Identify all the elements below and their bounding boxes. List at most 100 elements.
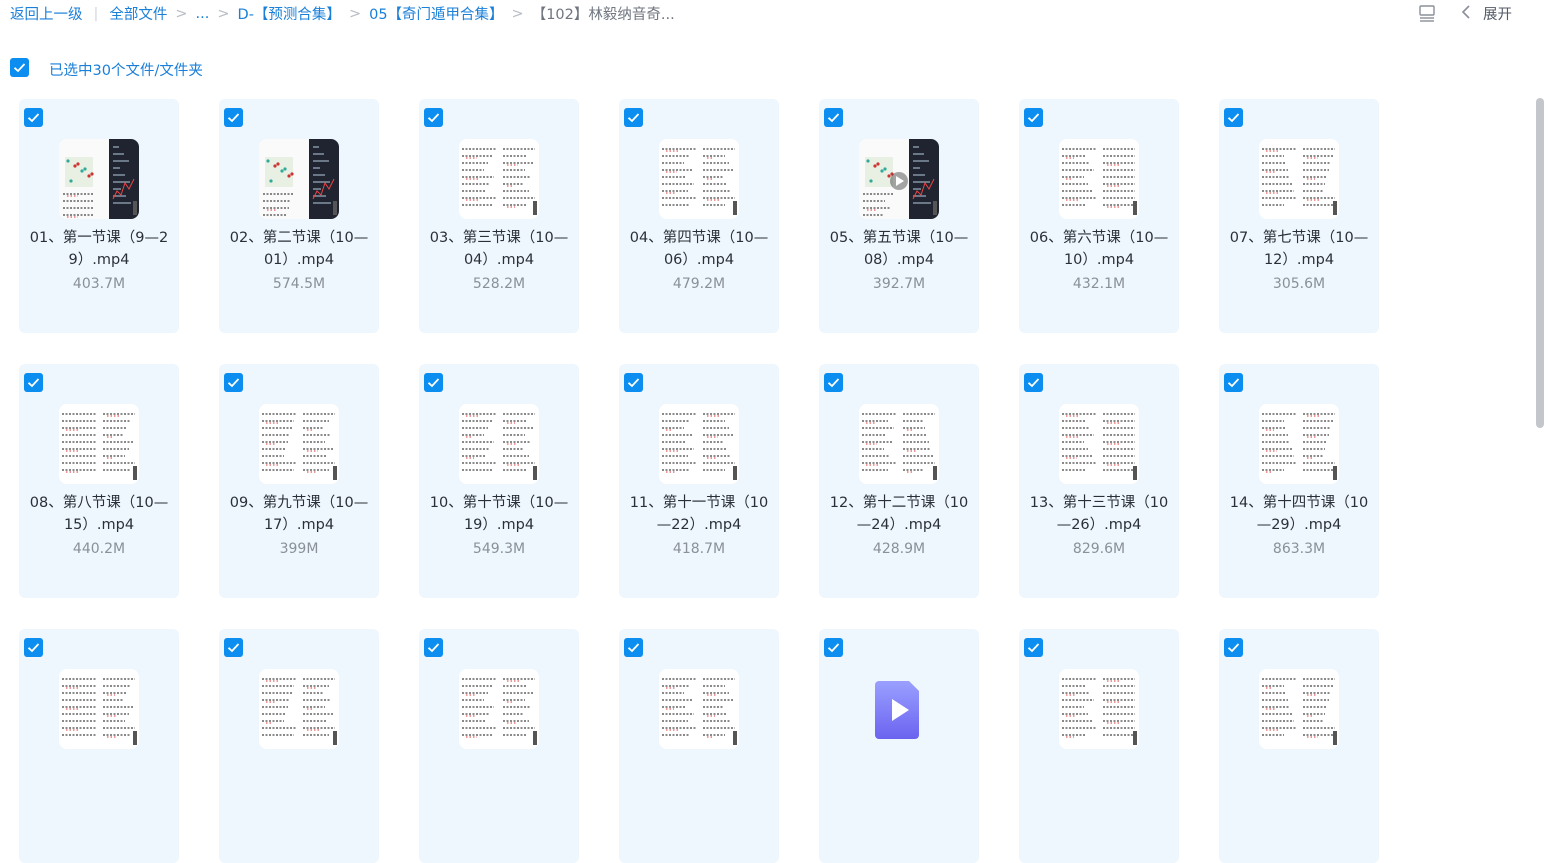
file-card[interactable]: 04、第四节课（10—06）.mp4 479.2M: [619, 99, 779, 333]
file-name: 08、第八节课（10—15）.mp4: [29, 495, 169, 533]
file-checkbox[interactable]: [424, 638, 443, 657]
file-checkbox[interactable]: [624, 108, 643, 127]
checkmark-icon: [627, 113, 640, 123]
checkmark-icon: [1227, 378, 1240, 388]
file-thumbnail: [1059, 139, 1139, 219]
file-checkbox[interactable]: [424, 373, 443, 392]
checkmark-icon: [1027, 113, 1040, 123]
file-checkbox[interactable]: [824, 638, 843, 657]
file-card[interactable]: 06、第六节课（10—10）.mp4 432.1M: [1019, 99, 1179, 333]
video-thumbnail: [859, 139, 939, 219]
video-thumbnail: [1059, 404, 1139, 484]
video-thumbnail: [1059, 139, 1139, 219]
file-card[interactable]: 07、第七节课（10—12）.mp4 305.6M: [1219, 99, 1379, 333]
checkmark-icon: [427, 643, 440, 653]
file-card[interactable]: 14、第十四节课（10—29）.mp4 863.3M: [1219, 364, 1379, 598]
file-name: 02、第二节课（10—01）.mp4: [229, 230, 369, 268]
file-card[interactable]: [619, 629, 779, 863]
file-card[interactable]: 08、第八节课（10—15）.mp4 440.2M: [19, 364, 179, 598]
file-name: 11、第十一节课（10—22）.mp4: [629, 495, 769, 533]
file-card[interactable]: 11、第十一节课（10—22）.mp4 418.7M: [619, 364, 779, 598]
file-checkbox[interactable]: [1024, 373, 1043, 392]
file-size: 392.7M: [872, 276, 926, 292]
file-name: 05、第五节课（10—08）.mp4: [829, 230, 969, 268]
file-card[interactable]: 13、第十三节课（10—26）.mp4 829.6M: [1019, 364, 1179, 598]
file-thumbnail: [459, 404, 539, 484]
video-thumbnail: [459, 404, 539, 484]
file-thumbnail: [1259, 404, 1339, 484]
file-card[interactable]: [419, 629, 579, 863]
file-card[interactable]: 03、第三节课（10—04）.mp4 528.2M: [419, 99, 579, 333]
file-thumbnail: [659, 139, 739, 219]
file-card[interactable]: 12、第十二节课（10—24）.mp4 428.9M: [819, 364, 979, 598]
file-card[interactable]: 09、第九节课（10—17）.mp4 399M: [219, 364, 379, 598]
file-thumbnail: [1259, 139, 1339, 219]
checkmark-icon: [627, 378, 640, 388]
top-bar: 返回上一级 | 全部文件 >... > D-【预测合集】 >05【奇门遁甲合集】 > 【102】…: [0, 0, 1549, 28]
breadcrumb-divider: |: [93, 5, 99, 22]
file-checkbox[interactable]: [1224, 108, 1243, 127]
breadcrumb-item-qimen[interactable]: 05【奇门遁甲合集】: [369, 3, 503, 24]
list-view-icon[interactable]: [1418, 4, 1436, 22]
file-thumbnail: [859, 404, 939, 484]
file-checkbox[interactable]: [1224, 638, 1243, 657]
file-checkbox[interactable]: [424, 108, 443, 127]
checkmark-icon: [227, 643, 240, 653]
file-checkbox[interactable]: [1224, 373, 1243, 392]
file-checkbox[interactable]: [224, 108, 243, 127]
file-checkbox[interactable]: [224, 373, 243, 392]
breadcrumb-item-ellipsis[interactable]: ...: [196, 6, 210, 22]
file-thumbnail: [459, 669, 539, 749]
file-card[interactable]: [19, 629, 179, 863]
file-card[interactable]: [1219, 629, 1379, 863]
file-size: 432.1M: [1072, 276, 1126, 292]
back-link[interactable]: 返回上一级: [10, 3, 83, 24]
file-checkbox[interactable]: [24, 638, 43, 657]
file-checkbox[interactable]: [224, 638, 243, 657]
file-checkbox[interactable]: [624, 373, 643, 392]
file-card[interactable]: 02、第二节课（10—01）.mp4 574.5M: [219, 99, 379, 333]
file-thumbnail: [459, 139, 539, 219]
file-card[interactable]: 10、第十节课（10—19）.mp4 549.3M: [419, 364, 579, 598]
file-checkbox[interactable]: [824, 373, 843, 392]
select-all-checkbox[interactable]: [10, 58, 29, 77]
file-name: 06、第六节课（10—10）.mp4: [1029, 230, 1169, 268]
file-thumbnail: [659, 404, 739, 484]
file-size: 428.9M: [872, 541, 926, 557]
checkmark-icon: [627, 643, 640, 653]
breadcrumb-separator-icon: >: [511, 5, 524, 22]
file-thumbnail: [259, 669, 339, 749]
file-checkbox[interactable]: [824, 108, 843, 127]
checkmark-icon: [1027, 643, 1040, 653]
checkmark-icon: [227, 378, 240, 388]
file-thumbnail: [1059, 669, 1139, 749]
file-name: 10、第十节课（10—19）.mp4: [429, 495, 569, 533]
checkmark-icon: [1227, 643, 1240, 653]
file-card[interactable]: 01、第一节课（9—29）.mp4 403.7M: [19, 99, 179, 333]
file-checkbox[interactable]: [624, 638, 643, 657]
chevron-left-icon[interactable]: [1460, 4, 1474, 20]
file-checkbox[interactable]: [1024, 638, 1043, 657]
video-thumbnail: [659, 669, 739, 749]
file-size: 399M: [279, 541, 319, 557]
file-card[interactable]: 05、第五节课（10—08）.mp4 392.7M: [819, 99, 979, 333]
file-card[interactable]: [819, 629, 979, 863]
file-card[interactable]: [1019, 629, 1179, 863]
file-card[interactable]: [219, 629, 379, 863]
breadcrumb-item-all-files[interactable]: 全部文件: [109, 3, 167, 24]
checkmark-icon: [1227, 113, 1240, 123]
scrollbar[interactable]: [1536, 98, 1544, 428]
file-checkbox[interactable]: [24, 373, 43, 392]
file-thumbnail: [859, 669, 939, 749]
file-thumbnail: [659, 669, 739, 749]
file-size: 863.3M: [1272, 541, 1326, 557]
video-thumbnail: [459, 139, 539, 219]
file-size: 403.7M: [72, 276, 126, 292]
breadcrumb-item-prediction[interactable]: D-【预测合集】: [238, 3, 341, 24]
expand-button[interactable]: 展开: [1483, 3, 1512, 24]
file-checkbox[interactable]: [1024, 108, 1043, 127]
file-size: 305.6M: [1272, 276, 1326, 292]
file-checkbox[interactable]: [24, 108, 43, 127]
file-size: 479.2M: [672, 276, 726, 292]
video-thumbnail: [1259, 404, 1339, 484]
